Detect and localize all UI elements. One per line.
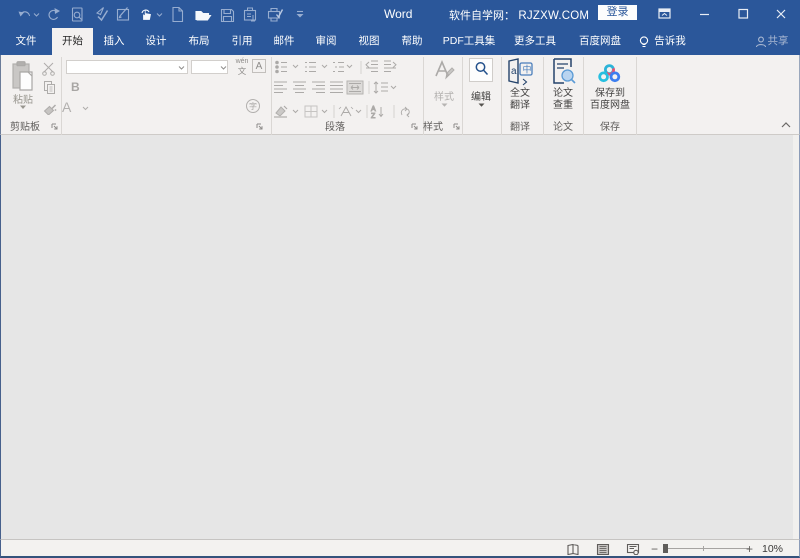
svg-text:a: a (511, 66, 517, 77)
svg-text:中: 中 (523, 63, 532, 76)
svg-text:Z: Z (371, 113, 376, 119)
svg-text:A: A (371, 106, 376, 113)
